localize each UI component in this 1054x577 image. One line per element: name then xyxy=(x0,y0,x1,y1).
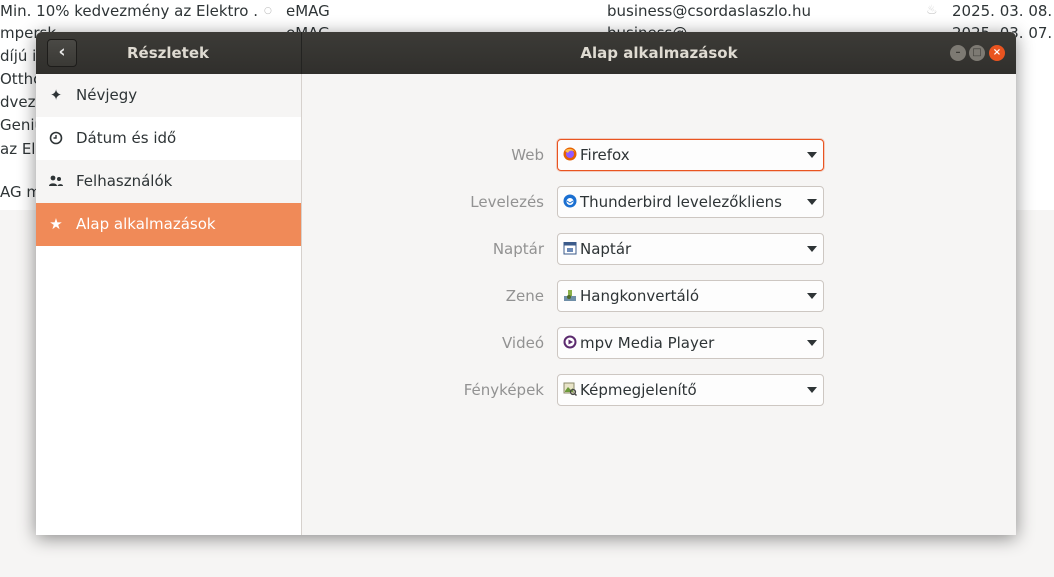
chevron-down-icon xyxy=(807,293,817,299)
page-title: Alap alkalmazások xyxy=(580,44,738,62)
maximize-icon: □ xyxy=(972,47,982,58)
minimize-button[interactable]: – xyxy=(950,45,966,61)
image-viewer-icon xyxy=(563,382,577,396)
calendar-app-select[interactable]: Naptár xyxy=(557,233,824,265)
chevron-down-icon xyxy=(807,199,817,205)
video-label: Videó xyxy=(501,334,544,352)
mpv-icon xyxy=(563,335,577,349)
selected-app: mpv Media Player xyxy=(580,334,715,352)
web-app-select[interactable]: Firefox xyxy=(557,139,824,171)
calendar-icon xyxy=(563,242,577,255)
music-label: Zene xyxy=(505,287,544,305)
sparkle-icon: ✦ xyxy=(49,86,63,104)
selected-app: Hangkonvertáló xyxy=(580,287,700,305)
firefox-icon xyxy=(563,147,577,161)
selected-app: Naptár xyxy=(580,240,632,258)
email-sender: eMAG xyxy=(286,2,330,20)
web-label: Web xyxy=(511,146,544,164)
calendar-label: Naptár xyxy=(492,240,544,258)
default-apps-panel: Web Firefox Levelezés Thunderbird levele… xyxy=(302,74,1016,535)
sidebar-item-users[interactable]: Felhasználók xyxy=(36,160,301,203)
users-icon xyxy=(48,160,64,203)
selected-app: Képmegjelenítő xyxy=(580,381,697,399)
settings-window: ‹ Részletek Alap alkalmazások – □ × ✦ Né… xyxy=(36,32,1016,535)
selected-app: Firefox xyxy=(580,146,630,164)
minimize-icon: – xyxy=(955,47,961,58)
email-date: 2025. 03. 08. 9 xyxy=(952,2,1054,20)
sidebar-title: Részletek xyxy=(126,44,210,62)
selected-app: Thunderbird levelezőkliens xyxy=(580,193,783,211)
chevron-down-icon xyxy=(807,340,817,346)
clock-icon xyxy=(48,117,64,160)
video-app-select[interactable]: mpv Media Player xyxy=(557,327,824,359)
chevron-down-icon xyxy=(807,152,817,158)
sidebar-item-date-time[interactable]: Dátum és idő xyxy=(36,117,301,160)
sidebar-item-about[interactable]: ✦ Névjegy xyxy=(36,74,301,117)
sound-converter-icon xyxy=(564,290,576,301)
status-dot-icon: ○ xyxy=(264,6,272,16)
close-button[interactable]: × xyxy=(989,45,1005,61)
sidebar-item-label: Névjegy xyxy=(76,86,138,104)
email-row[interactable]: Min. 10% kedvezmény az Elektro ... ○ eMA… xyxy=(0,0,1054,22)
flame-icon: ♨ xyxy=(926,3,938,18)
email-address: business@csordaslaszlo.hu xyxy=(607,2,811,20)
photos-app-select[interactable]: Képmegjelenítő xyxy=(557,374,824,406)
mail-app-select[interactable]: Thunderbird levelezőkliens xyxy=(557,186,824,218)
sidebar: ✦ Névjegy Dátum és idő Felhasználók ★ Al… xyxy=(36,74,302,535)
sidebar-item-label: Felhasználók xyxy=(76,172,173,190)
photos-label: Fényképek xyxy=(463,381,544,399)
maximize-button[interactable]: □ xyxy=(969,45,985,61)
mail-label: Levelezés xyxy=(470,193,544,211)
back-button[interactable]: ‹ xyxy=(47,39,77,67)
sidebar-item-label: Dátum és idő xyxy=(76,129,177,147)
close-icon: × xyxy=(992,47,1002,58)
sidebar-item-default-apps[interactable]: ★ Alap alkalmazások xyxy=(36,203,301,246)
sidebar-item-label: Alap alkalmazások xyxy=(76,215,216,233)
star-icon: ★ xyxy=(49,215,63,233)
chevron-left-icon: ‹ xyxy=(58,42,66,62)
chevron-down-icon xyxy=(807,387,817,393)
title-bar[interactable]: ‹ Részletek Alap alkalmazások – □ × xyxy=(36,32,1016,75)
chevron-down-icon xyxy=(807,246,817,252)
thunderbird-icon xyxy=(563,194,577,208)
music-app-select[interactable]: Hangkonvertáló xyxy=(557,280,824,312)
email-subject: Min. 10% kedvezmény az Elektro ... xyxy=(0,2,258,20)
